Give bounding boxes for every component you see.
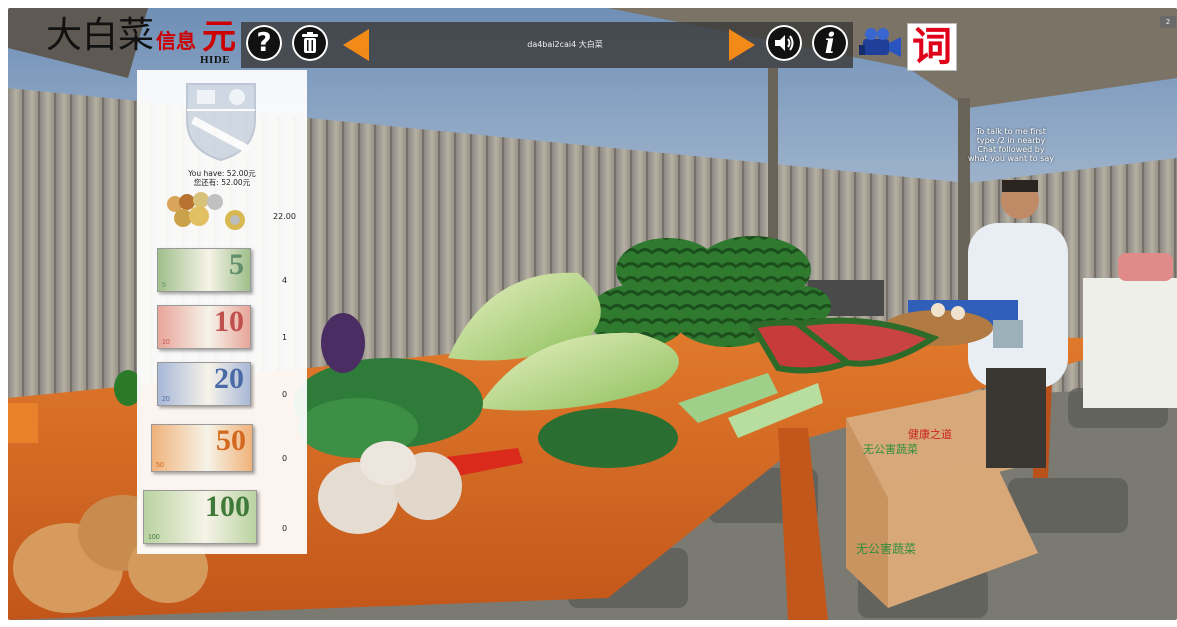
banknote-value: 5: [229, 248, 244, 281]
box-label: 无公害蔬菜: [856, 541, 916, 556]
sound-button[interactable]: [766, 25, 802, 61]
banknote-count: 1: [281, 333, 288, 342]
banknote-20[interactable]: 20 20: [157, 362, 251, 406]
npc-hint-text: To talk to me first type /2 in nearby Ch…: [968, 127, 1055, 163]
banknote-count: 0: [281, 454, 288, 463]
info-button[interactable]: i: [812, 25, 848, 61]
brand-subtitle: 信息: [156, 29, 197, 53]
question-icon: ?: [256, 28, 272, 58]
banknote-100[interactable]: 100 100: [143, 490, 257, 544]
banknote-count: 4: [281, 276, 288, 285]
balance-text-cn: 您还有: 52.00元: [193, 178, 251, 187]
banknote-small-value: 5: [162, 282, 166, 289]
banknote-5[interactable]: 5 5: [157, 248, 251, 292]
banknote-count: 0: [281, 390, 288, 399]
banknote-small-value: 100: [148, 534, 160, 541]
banknote-value: 100: [205, 490, 250, 523]
info-icon: i: [824, 26, 836, 60]
banknote-value: 50: [216, 424, 246, 457]
coins-icon[interactable]: [161, 190, 251, 236]
brand-logo: 大白菜 信息 元 HIDE: [46, 15, 237, 67]
dictionary-button[interactable]: 词: [907, 23, 957, 71]
currency-symbol: 元: [202, 17, 237, 57]
banknote-50[interactable]: 50 50: [151, 424, 253, 472]
box-label: 无公害蔬菜: [863, 442, 918, 456]
trash-button[interactable]: [292, 25, 328, 61]
corner-tab[interactable]: 2: [1160, 16, 1176, 28]
crest-logo: [186, 83, 256, 162]
trash-icon: [302, 32, 318, 53]
brand-title: 大白菜: [46, 15, 155, 56]
track-label: da4bai2cai4 大白菜: [527, 40, 603, 49]
banknote-small-value: 50: [156, 462, 164, 469]
box-label: 健康之道: [908, 427, 952, 441]
camera-button[interactable]: [857, 23, 905, 67]
hide-button[interactable]: HIDE: [200, 54, 230, 66]
banknote-count: 0: [281, 524, 288, 533]
banknote-value: 10: [214, 305, 244, 338]
banknote-10[interactable]: 10 10: [157, 305, 251, 349]
speaker-icon: [775, 35, 794, 51]
banknote-small-value: 10: [162, 339, 170, 346]
video-camera-icon: [859, 28, 901, 57]
coins-amount: 22.00: [273, 212, 296, 221]
banknote-value: 20: [214, 362, 244, 395]
previous-arrow-icon[interactable]: [343, 29, 369, 61]
help-button[interactable]: ?: [246, 25, 282, 61]
wallet-panel: You have: 52.00元 您还有: 52.00元 22.00 5 5 4…: [137, 70, 307, 554]
next-arrow-icon[interactable]: [729, 29, 755, 61]
banknote-small-value: 20: [162, 396, 170, 403]
